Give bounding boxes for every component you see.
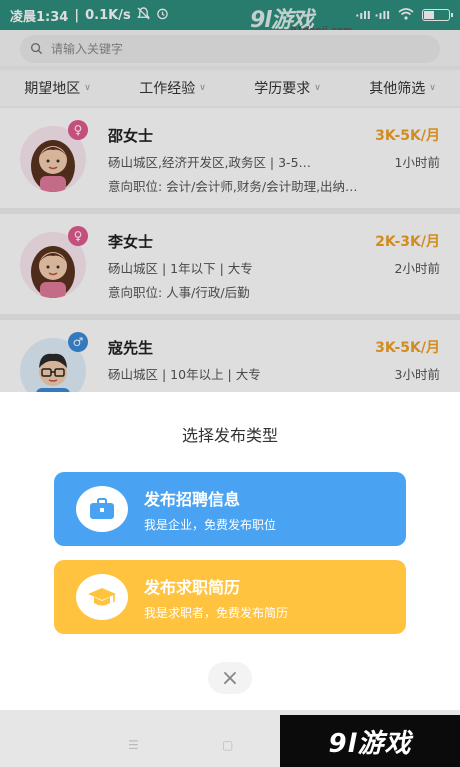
watermark-bottom-logo: 9l游戏: [280, 715, 460, 767]
option-subtitle: 我是企业，免费发布职位: [144, 518, 277, 532]
home-icon[interactable]: ▢: [222, 738, 233, 752]
publish-type-sheet: 选择发布类型 发布招聘信息 我是企业，免费发布职位 发布求职简历 我是求职者，免…: [0, 392, 460, 710]
publish-resume-button[interactable]: 发布求职简历 我是求职者，免费发布简历: [54, 560, 406, 634]
briefcase-icon: [76, 486, 128, 532]
close-button[interactable]: ×: [208, 662, 252, 694]
sheet-title: 选择发布类型: [181, 426, 278, 445]
option-subtitle: 我是求职者，免费发布简历: [144, 606, 289, 620]
option-title: 发布招聘信息: [144, 490, 241, 509]
graduation-cap-icon: [76, 574, 128, 620]
option-title: 发布求职简历: [144, 578, 241, 597]
menu-icon[interactable]: ☰: [128, 738, 139, 752]
publish-job-button[interactable]: 发布招聘信息 我是企业，免费发布职位: [54, 472, 406, 546]
